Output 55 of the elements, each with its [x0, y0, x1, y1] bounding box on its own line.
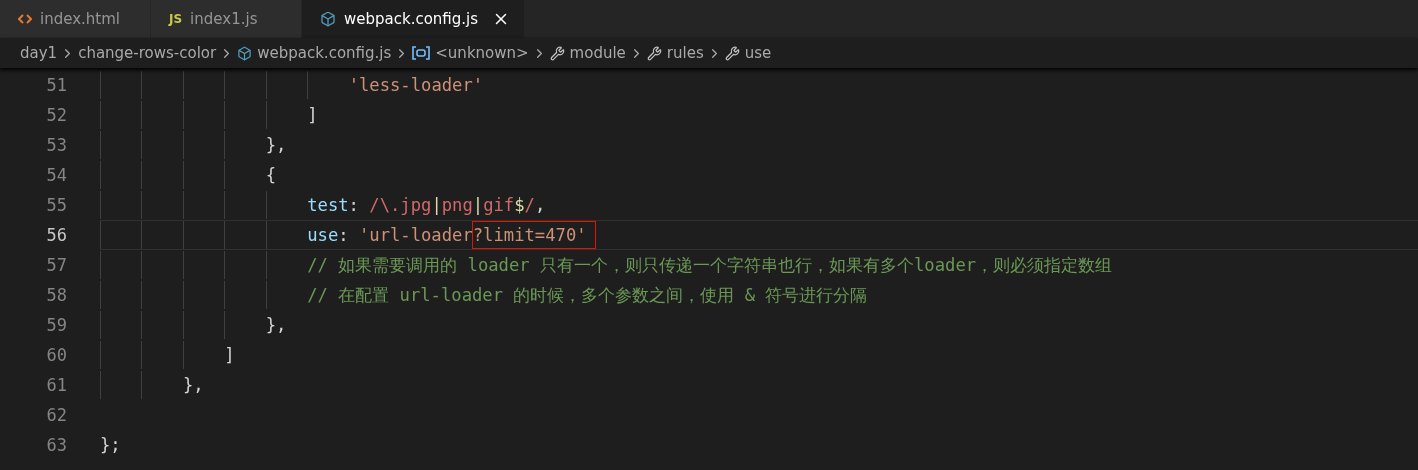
breadcrumb-item[interactable]: webpack.config.js	[257, 44, 392, 62]
code-token: },	[182, 374, 204, 397]
code-token: |	[431, 194, 442, 217]
breadcrumb-item[interactable]: module	[569, 44, 626, 62]
line-number: 51	[45, 75, 67, 95]
brackets-icon	[412, 46, 431, 60]
line-number: 53	[45, 135, 67, 155]
highlighted-code: ?limit=470'	[472, 222, 595, 248]
code-token: // 如果需要调用的 loader 只有一个，则只传递一个字符串也行，如果有多个loader，则必须指定数组	[307, 254, 1113, 277]
code-token: |	[472, 194, 484, 217]
line-number: 62	[45, 405, 67, 425]
breadcrumb-item[interactable]: <unknown>	[435, 44, 529, 62]
code-token: };	[100, 434, 121, 457]
line-number: 60	[45, 345, 67, 365]
breadcrumb-item[interactable]: day1	[20, 44, 58, 62]
code-token: {	[265, 164, 277, 187]
code-token: ]	[224, 344, 235, 367]
line-number: 63	[45, 435, 67, 455]
code-token: use	[307, 224, 339, 247]
wrench-icon	[646, 45, 662, 61]
line-number: 61	[45, 375, 67, 395]
editor-tab[interactable]: JS index1.js	[151, 0, 302, 38]
line-number: 52	[45, 105, 67, 125]
code-token: test	[307, 194, 349, 217]
code-token: /	[524, 194, 535, 217]
code-token: },	[265, 134, 287, 157]
js-icon: JS	[169, 12, 183, 26]
line-number: 55	[45, 195, 67, 215]
code-token: :	[348, 194, 360, 217]
wrench-icon	[549, 45, 565, 61]
cube-icon	[320, 11, 336, 27]
code-token: },	[265, 314, 287, 337]
line-number: 59	[45, 315, 67, 335]
line-number: 57	[45, 255, 67, 275]
editor-tab[interactable]: webpack.config.js	[302, 0, 526, 38]
breadcrumb-item[interactable]: use	[744, 44, 772, 62]
code-token: 'url-loader	[358, 224, 473, 247]
code-token: :	[338, 224, 350, 247]
code-token: // 在配置 url-loader 的时候，多个参数之间，使用 & 符号进行分隔	[307, 284, 868, 307]
cube-icon	[237, 45, 253, 61]
line-number: 58	[45, 285, 67, 305]
code-brackets-icon	[18, 13, 32, 25]
editor-tab[interactable]: index.html	[0, 0, 151, 38]
code-token: /\.jpg	[369, 194, 432, 217]
breadcrumb-item[interactable]: change-rows-color	[78, 44, 217, 62]
code-token: png	[441, 194, 473, 217]
line-number: 56	[45, 225, 67, 245]
code-token: ]	[307, 104, 318, 127]
code-token: 'less-loader'	[348, 74, 484, 97]
code-token: $	[514, 194, 525, 217]
wrench-icon	[724, 45, 740, 61]
code-token: ,	[534, 194, 546, 217]
line-number: 54	[45, 165, 67, 185]
code-token: gif	[483, 194, 515, 217]
breadcrumb-item[interactable]: rules	[666, 44, 704, 62]
